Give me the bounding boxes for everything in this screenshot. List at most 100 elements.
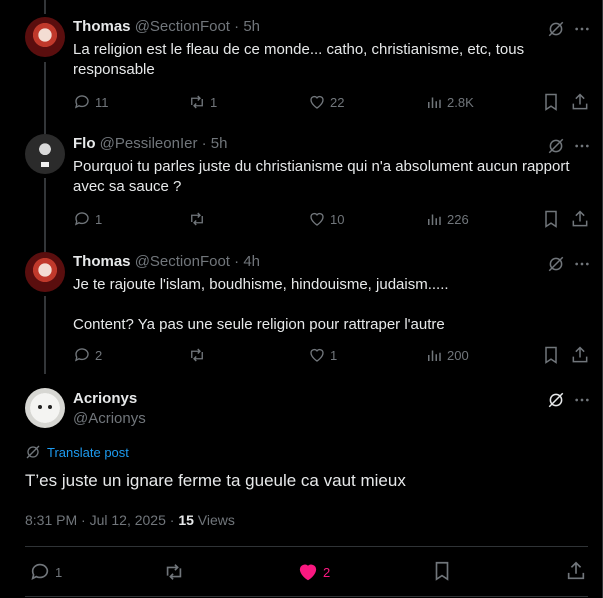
share-icon[interactable] xyxy=(570,209,590,229)
views-icon xyxy=(428,350,441,361)
reply-button[interactable]: 2 xyxy=(73,345,102,365)
tweet-text: Pourquoi tu parles juste du christianism… xyxy=(73,158,570,195)
action-bar: 1 10 226 xyxy=(73,209,593,229)
divider xyxy=(25,596,588,597)
views-count: 200 xyxy=(447,347,469,363)
repost-icon xyxy=(191,212,203,226)
like-icon xyxy=(310,212,324,226)
reply-count: 1 xyxy=(55,564,63,580)
translate-post-link[interactable]: Translate post xyxy=(25,444,129,460)
separator-dot: · xyxy=(201,135,207,152)
action-bar: 11 1 22 2.8K xyxy=(73,92,593,112)
like-count: 10 xyxy=(330,211,345,227)
tweet-timestamp: 8:31 PM · Jul 12, 2025 · 15 Views xyxy=(25,510,235,530)
more-icon[interactable] xyxy=(574,137,590,155)
handle[interactable]: @SectionFoot xyxy=(135,253,230,270)
divider xyxy=(25,546,588,547)
more-icon[interactable] xyxy=(574,255,590,273)
main-action-bar: 1 2 xyxy=(25,560,588,584)
display-name[interactable]: Flo xyxy=(73,135,96,152)
tweet-text-line: Content? Ya pas une seule religion pour … xyxy=(73,316,445,333)
repost-icon xyxy=(191,348,203,362)
reply-icon xyxy=(74,212,89,226)
avatar[interactable] xyxy=(25,17,65,57)
reply-count: 1 xyxy=(95,211,103,227)
reply-button[interactable]: 1 xyxy=(29,560,62,584)
more-icon[interactable] xyxy=(574,20,590,38)
display-name[interactable]: Thomas xyxy=(73,253,131,270)
display-name[interactable]: Acrionys xyxy=(73,389,137,409)
reply-icon xyxy=(74,95,89,109)
separator-dot: · xyxy=(234,18,240,35)
views-label: Views xyxy=(193,512,235,528)
timestamp[interactable]: 4h xyxy=(243,253,260,270)
bookmark-icon[interactable] xyxy=(431,560,453,582)
tweet-header: Thomas @SectionFoot · 4h xyxy=(73,252,260,272)
share-icon[interactable] xyxy=(570,345,590,365)
like-button[interactable]: 1 xyxy=(308,345,337,365)
views-icon xyxy=(428,214,441,225)
reply-button[interactable]: 11 xyxy=(73,92,109,112)
handle[interactable]: @Acrionys xyxy=(73,409,146,429)
separator-dot: · xyxy=(234,253,240,270)
like-count: 2 xyxy=(323,564,331,580)
repost-button[interactable]: 1 xyxy=(188,92,217,112)
reply-tweet[interactable]: Flo @PessileonIer · 5h Pourquoi tu parle… xyxy=(0,134,600,234)
reply-tweet[interactable]: Thomas @SectionFoot · 4h Je te rajoute l… xyxy=(0,252,600,372)
thread-line xyxy=(44,0,46,14)
reply-icon xyxy=(31,563,49,580)
views-button[interactable]: 226 xyxy=(425,209,469,229)
timestamp[interactable]: 5h xyxy=(243,18,260,35)
share-icon[interactable] xyxy=(570,92,590,112)
reply-count: 2 xyxy=(95,347,103,363)
bookmark-icon[interactable] xyxy=(541,92,561,112)
like-count: 22 xyxy=(330,94,345,110)
views-button[interactable]: 2.8K xyxy=(425,92,474,112)
views-count: 2.8K xyxy=(447,94,474,110)
like-icon xyxy=(310,348,324,362)
bookmark-icon[interactable] xyxy=(541,345,561,365)
views-icon xyxy=(428,97,441,108)
handle[interactable]: @PessileonIer xyxy=(100,135,198,152)
views-button[interactable]: 200 xyxy=(425,345,469,365)
avatar-detail xyxy=(48,405,52,409)
reply-count: 11 xyxy=(95,94,109,110)
repost-button[interactable] xyxy=(188,345,210,365)
like-count: 1 xyxy=(330,347,338,363)
like-icon xyxy=(310,95,324,109)
translate-icon xyxy=(26,445,40,459)
repost-icon xyxy=(191,95,203,109)
share-icon[interactable] xyxy=(565,560,587,582)
like-button[interactable]: 22 xyxy=(308,92,344,112)
repost-button[interactable] xyxy=(163,560,185,584)
avatar-detail xyxy=(38,405,42,409)
grok-icon[interactable] xyxy=(547,255,565,273)
avatar[interactable] xyxy=(25,252,65,292)
timestamp-text[interactable]: 8:31 PM · Jul 12, 2025 · xyxy=(25,512,178,528)
repost-icon xyxy=(166,564,182,580)
like-button[interactable]: 2 xyxy=(297,560,330,584)
tweet-text-line: Je te rajoute l'islam, boudhisme, hindou… xyxy=(73,276,449,293)
avatar-detail xyxy=(41,162,49,167)
avatar[interactable] xyxy=(25,388,65,428)
reply-tweet[interactable]: Thomas @SectionFoot · 5h La religion est… xyxy=(0,17,600,117)
like-button[interactable]: 10 xyxy=(308,209,344,229)
reply-icon xyxy=(74,348,89,362)
repost-button[interactable] xyxy=(188,209,210,229)
main-tweet-text: T’es juste un ignare ferme ta gueule ca … xyxy=(25,471,406,490)
grok-icon[interactable] xyxy=(547,137,565,155)
handle[interactable]: @SectionFoot xyxy=(135,18,230,35)
conversation-view: Thomas @SectionFoot · 5h La religion est… xyxy=(0,0,603,598)
reply-button[interactable]: 1 xyxy=(73,209,102,229)
display-name[interactable]: Thomas xyxy=(73,18,131,35)
like-icon xyxy=(299,564,317,581)
tweet-text: La religion est le fleau de ce monde... … xyxy=(73,41,525,78)
more-icon[interactable] xyxy=(574,391,590,409)
grok-icon[interactable] xyxy=(547,391,565,409)
avatar[interactable] xyxy=(25,134,65,174)
bookmark-icon[interactable] xyxy=(541,209,561,229)
timestamp[interactable]: 5h xyxy=(211,135,228,152)
grok-icon[interactable] xyxy=(547,20,565,38)
repost-count: 1 xyxy=(210,94,218,110)
action-bar: 2 1 200 xyxy=(73,345,593,365)
